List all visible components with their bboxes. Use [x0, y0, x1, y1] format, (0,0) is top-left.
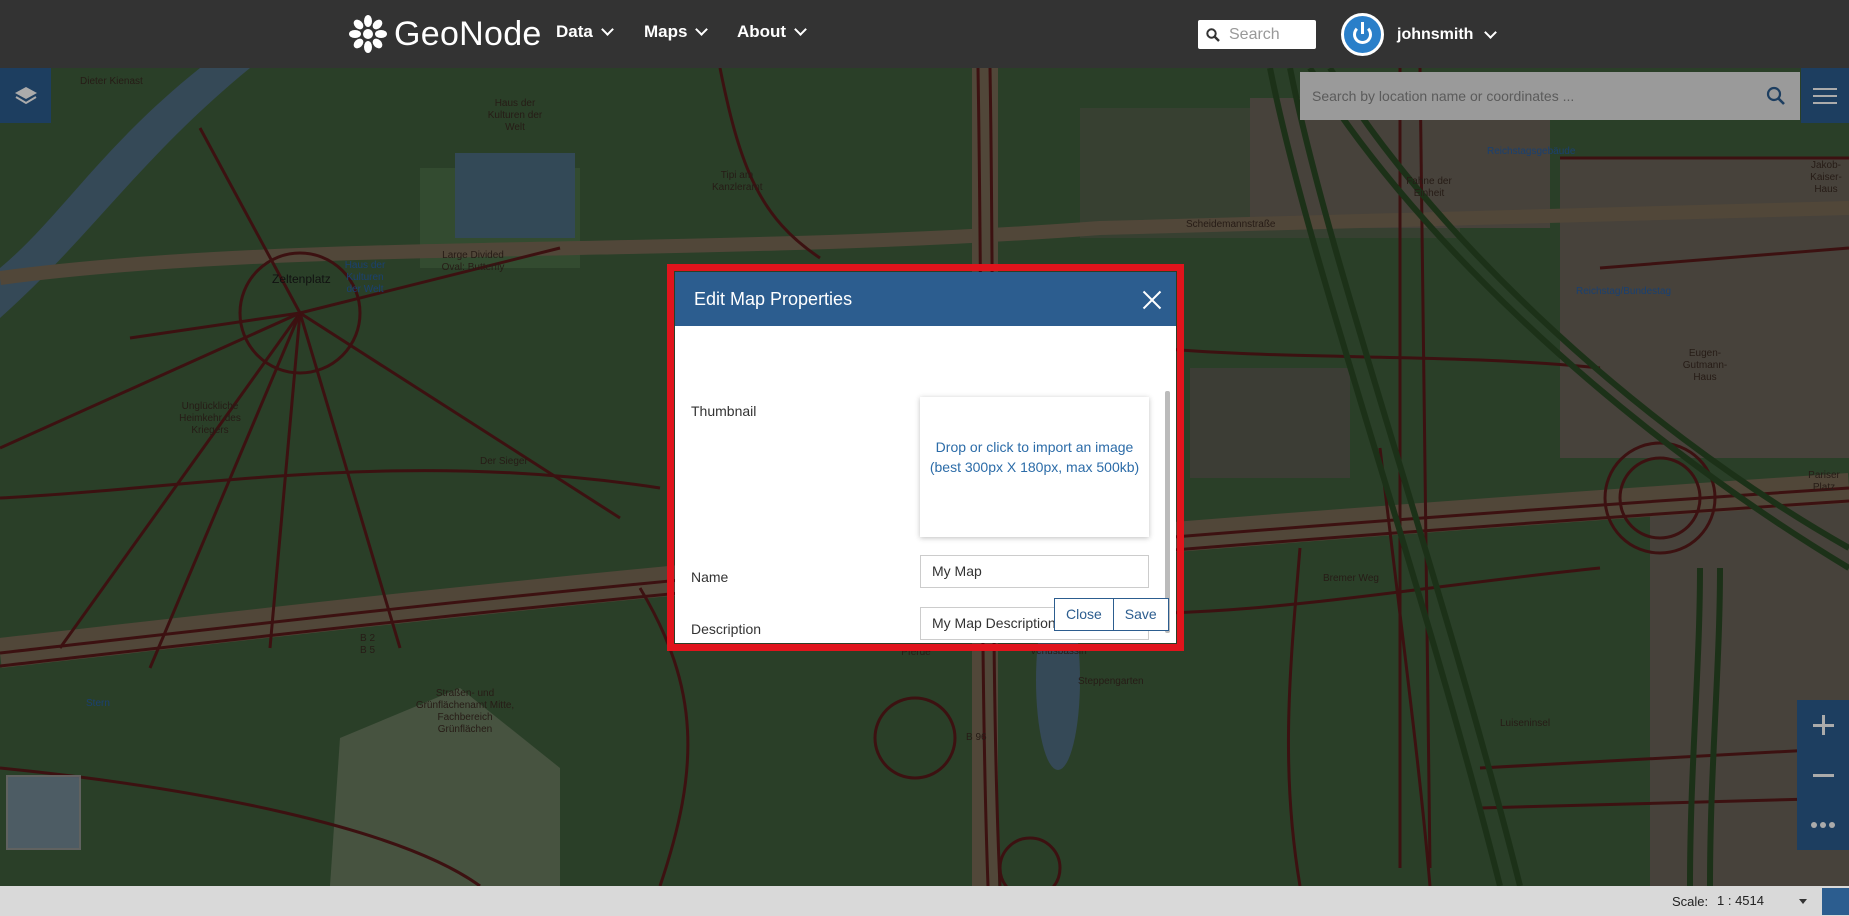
geonode-logo-icon: [349, 15, 387, 53]
save-button[interactable]: Save: [1113, 598, 1169, 631]
dropzone-text: Drop or click to import an image (best 3…: [929, 439, 1140, 475]
thumbnail-dropzone[interactable]: Drop or click to import an image (best 3…: [920, 397, 1149, 537]
search-placeholder: Search: [1229, 25, 1280, 43]
top-navbar: GeoNode Data Maps About Search johnsmith: [0, 0, 1849, 68]
dialog-footer-buttons: Close Save: [1054, 598, 1169, 631]
brand-name: GeoNode: [394, 14, 542, 53]
dialog-body: Thumbnail Drop or click to import an ima…: [675, 326, 1176, 643]
dialog-header: Edit Map Properties: [675, 272, 1176, 326]
thumbnail-label: Thumbnail: [691, 403, 757, 419]
name-input[interactable]: My Map: [920, 555, 1149, 588]
header-search-input[interactable]: Search: [1198, 20, 1316, 49]
brand-logo[interactable]: GeoNode: [348, 10, 542, 58]
caret-down-icon: [1799, 899, 1807, 904]
nav-menu-label: Maps: [644, 22, 688, 41]
username: johnsmith: [1397, 25, 1474, 43]
chevron-down-icon: [695, 23, 709, 36]
close-button[interactable]: Close: [1054, 598, 1114, 631]
edit-map-properties-dialog: Edit Map Properties Thumbnail Drop or cl…: [675, 272, 1176, 643]
chevron-down-icon: [1484, 25, 1498, 39]
nav-menu-label: About: [737, 22, 787, 41]
scale-select[interactable]: 1 : 4514: [1711, 891, 1811, 912]
scale-label: Scale:: [1672, 894, 1709, 909]
map-footer: Scale: 1 : 4514: [0, 886, 1849, 916]
user-menu[interactable]: johnsmith: [1341, 13, 1498, 56]
name-label: Name: [691, 569, 729, 585]
chevron-down-icon: [794, 23, 807, 36]
chevron-down-icon: [600, 23, 614, 36]
dialog-title: Edit Map Properties: [694, 288, 853, 309]
nav-menu-about[interactable]: About: [737, 22, 807, 42]
description-label: Description: [691, 621, 762, 637]
nav-menu-maps[interactable]: Maps: [644, 22, 709, 42]
avatar: [1341, 13, 1384, 56]
scale-value: 1 : 4514: [1717, 893, 1764, 908]
nav-menu-data[interactable]: Data: [556, 22, 614, 42]
dialog-scrollbar[interactable]: [1165, 391, 1170, 633]
coordinates-toggle-button[interactable]: [1822, 888, 1849, 915]
nav-menu-label: Data: [556, 22, 593, 41]
search-icon: [1206, 27, 1220, 42]
close-icon[interactable]: [1142, 290, 1162, 310]
